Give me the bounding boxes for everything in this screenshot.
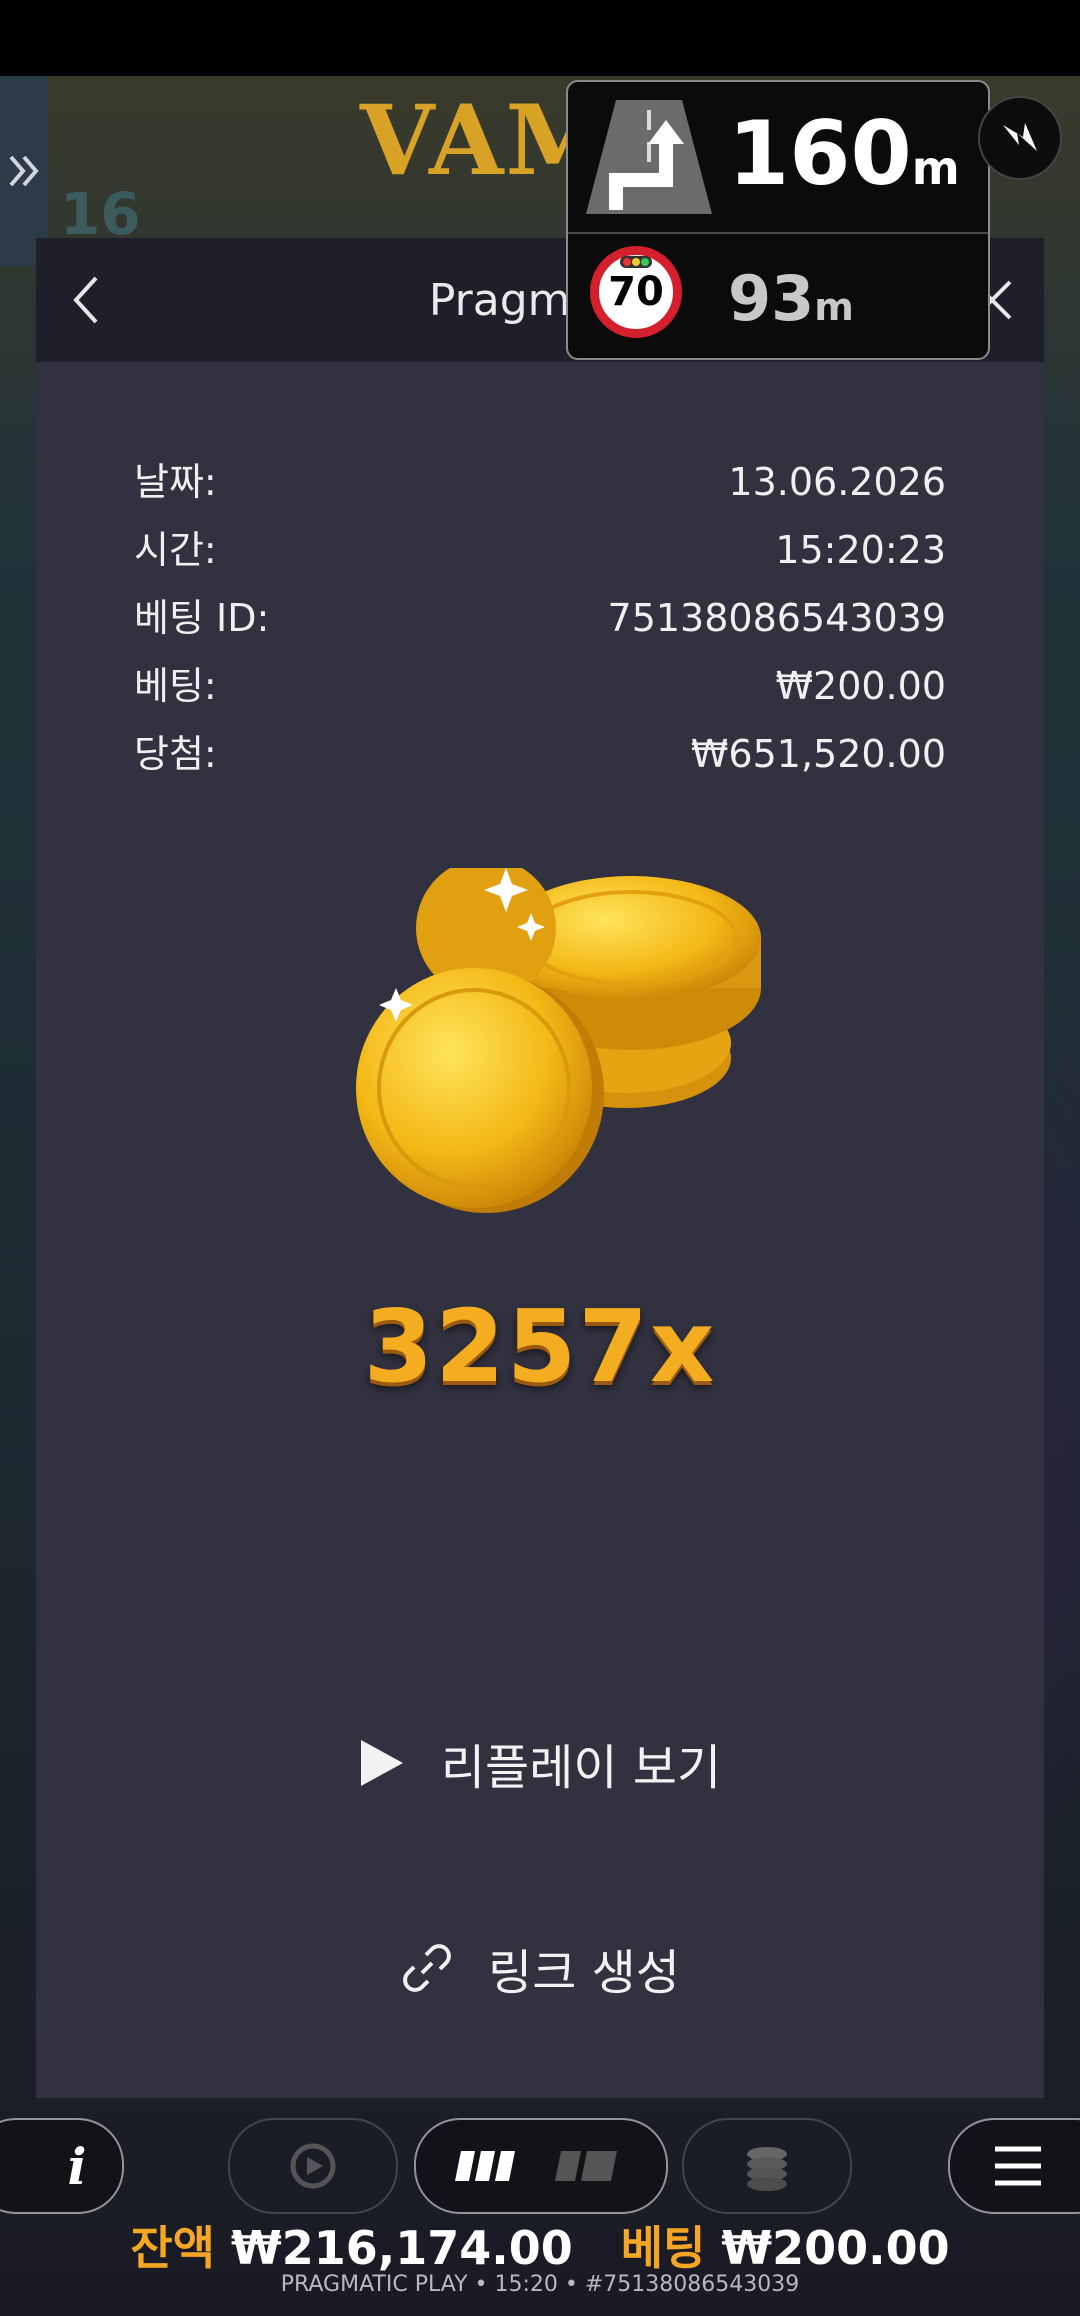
create-link-label: 링크 생성 (488, 1945, 680, 2001)
info-row-time: 시간: 15:20:23 (134, 516, 946, 584)
turn-arrow-icon (586, 100, 712, 214)
turn-instruction: 160m (568, 82, 988, 234)
camera-distance: 93m (728, 262, 854, 335)
fast-spin-button[interactable] (978, 96, 1062, 180)
autoplay-button[interactable] (228, 2118, 398, 2214)
bet-settings-button[interactable] (682, 2118, 852, 2214)
balance-value: ₩216,174.00 (230, 2221, 573, 2275)
info-row-date: 날짜: 13.06.2026 (134, 448, 946, 516)
bet-amount-value: ₩200.00 (721, 2221, 950, 2275)
info-row-bet-id: 베팅 ID: 75138086543039 (134, 584, 946, 652)
coin-pile-image (356, 868, 761, 1213)
bet-info-table: 날짜: 13.06.2026 시간: 15:20:23 베팅 ID: 75138… (134, 448, 946, 788)
camera-distance-unit: m (814, 285, 854, 329)
bet-amount-label: 베팅 (620, 2221, 706, 2275)
play-icon (360, 1740, 403, 1786)
link-icon (403, 1944, 451, 1992)
bet-id-label: 베팅 ID: (134, 596, 270, 640)
bet-label: 베팅: (134, 664, 217, 708)
lightning-icon (1003, 123, 1037, 151)
info-button[interactable]: i (0, 2118, 124, 2214)
date-label: 날짜: (134, 460, 217, 504)
coins-stack-icon (747, 2147, 787, 2191)
win-multiplier: 3257x (363, 1288, 717, 1405)
info-row-win: 당첨: ₩651,520.00 (134, 720, 946, 788)
info-row-bet: 베팅: ₩200.00 (134, 652, 946, 720)
date-value: 13.06.2026 (728, 460, 946, 504)
win-label: 당첨: (134, 732, 217, 776)
traffic-light-icon (620, 256, 652, 268)
turn-distance: 160m (728, 102, 960, 205)
back-chevron-icon (73, 276, 98, 324)
game-controls: i (0, 2110, 1080, 2220)
autoplay-icon (290, 2143, 336, 2189)
navigation-overlay: 160m 70 93m (566, 80, 990, 360)
bet-detail-dialog: Pragmatic 날짜: 13.06.2026 시간: 15:20:23 베팅… (36, 238, 1044, 2098)
balance-label: 잔액 (130, 2221, 215, 2275)
time-label: 시간: (134, 528, 217, 572)
balance-bar: 잔액 ₩216,174.00 베팅 ₩200.00 (0, 2212, 1080, 2275)
replay-label: 리플레이 보기 (440, 1740, 722, 1796)
turbo-toggle[interactable] (414, 2118, 668, 2214)
speed-camera-alert: 70 93m (568, 234, 988, 358)
create-link-button[interactable]: 링크 생성 (36, 1923, 1044, 2013)
menu-button[interactable] (948, 2118, 1080, 2214)
back-button[interactable] (56, 268, 120, 332)
expand-arrows-icon (9, 155, 39, 187)
hamburger-menu-icon (995, 2146, 1041, 2186)
bet-id-value: 75138086543039 (607, 596, 946, 640)
turn-distance-unit: m (911, 141, 960, 195)
footer-info: PRAGMATIC PLAY • 15:20 • #75138086543039 (280, 2272, 800, 2297)
win-value: ₩651,520.00 (690, 732, 946, 776)
time-value: 15:20:23 (775, 528, 946, 572)
bet-value: ₩200.00 (775, 664, 946, 708)
info-icon: i (67, 2136, 87, 2196)
replay-button[interactable]: 리플레이 보기 (36, 1718, 1044, 1808)
turbo-icon (455, 2151, 617, 2181)
